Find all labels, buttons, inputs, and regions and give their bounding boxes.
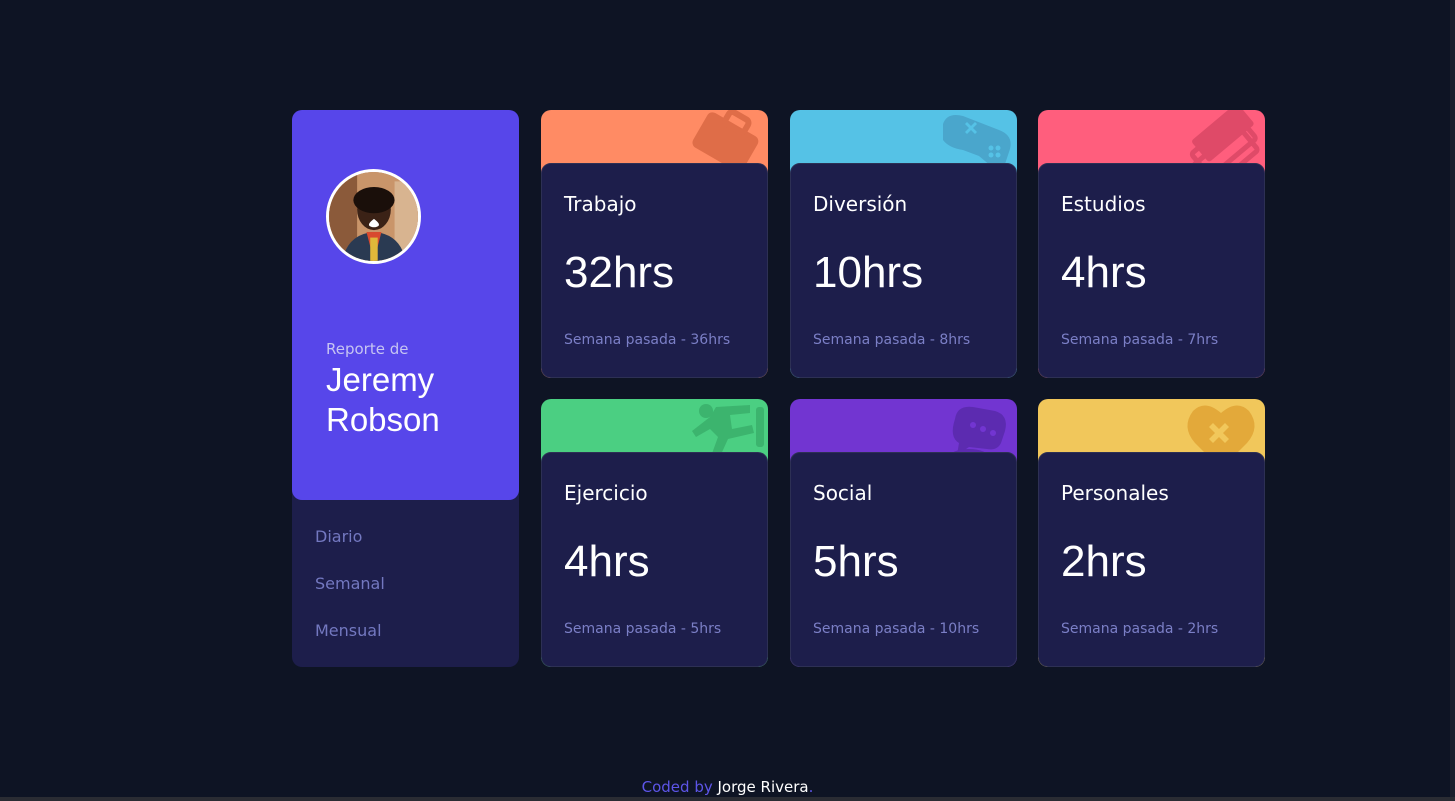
scrollbar[interactable] bbox=[1450, 0, 1455, 801]
activity-card-work: Trabajo 32hrs Semana pasada - 36hrs bbox=[541, 110, 768, 378]
activity-card-body[interactable]: Personales 2hrs Semana pasada - 2hrs bbox=[1038, 452, 1265, 667]
activity-title: Ejercicio bbox=[564, 481, 648, 505]
activity-previous: Semana pasada - 5hrs bbox=[564, 621, 722, 637]
profile-card: Reporte de Jeremy Robson bbox=[292, 110, 519, 500]
activity-card-body[interactable]: Social 5hrs Semana pasada - 10hrs bbox=[790, 452, 1017, 667]
user-name: Jeremy Robson bbox=[326, 361, 440, 438]
activity-title: Personales bbox=[1061, 481, 1169, 505]
activity-previous: Semana pasada - 36hrs bbox=[564, 332, 731, 348]
report-label: Reporte de bbox=[326, 340, 409, 358]
footer-suffix: . bbox=[808, 778, 814, 796]
activity-previous: Semana pasada - 2hrs bbox=[1061, 621, 1219, 637]
footer-prefix: Coded by bbox=[641, 778, 713, 796]
activity-card-body[interactable]: Trabajo 32hrs Semana pasada - 36hrs bbox=[541, 163, 768, 378]
activity-title: Estudios bbox=[1061, 192, 1146, 216]
activity-card-social: Social 5hrs Semana pasada - 10hrs bbox=[790, 399, 1017, 667]
activity-card-self-care: Personales 2hrs Semana pasada - 2hrs bbox=[1038, 399, 1265, 667]
activity-hours: 4hrs bbox=[1061, 248, 1147, 297]
activity-title: Diversión bbox=[813, 192, 908, 216]
footer-author-link[interactable]: Jorge Rivera bbox=[718, 778, 809, 796]
activity-previous: Semana pasada - 7hrs bbox=[1061, 332, 1219, 348]
user-avatar-photo bbox=[329, 172, 418, 261]
period-weekly-button[interactable]: Semanal bbox=[315, 574, 385, 593]
activity-hours: 4hrs bbox=[564, 537, 650, 586]
activity-card-body[interactable]: Ejercicio 4hrs Semana pasada - 5hrs bbox=[541, 452, 768, 667]
activity-hours: 32hrs bbox=[564, 248, 675, 297]
profile-panel: Reporte de Jeremy Robson Diario Semanal … bbox=[292, 110, 519, 667]
time-tracking-dashboard: Reporte de Jeremy Robson Diario Semanal … bbox=[292, 110, 1265, 667]
activity-hours: 2hrs bbox=[1061, 537, 1147, 586]
activity-card-body[interactable]: Estudios 4hrs Semana pasada - 7hrs bbox=[1038, 163, 1265, 378]
activity-hours: 5hrs bbox=[813, 537, 899, 586]
activity-card-body[interactable]: Diversión 10hrs Semana pasada - 8hrs bbox=[790, 163, 1017, 378]
activity-card-study: Estudios 4hrs Semana pasada - 7hrs bbox=[1038, 110, 1265, 378]
activity-previous: Semana pasada - 8hrs bbox=[813, 332, 971, 348]
period-daily-button[interactable]: Diario bbox=[315, 527, 362, 546]
activity-title: Trabajo bbox=[564, 192, 637, 216]
activity-card-exercise: Ejercicio 4hrs Semana pasada - 5hrs bbox=[541, 399, 768, 667]
activity-hours: 10hrs bbox=[813, 248, 924, 297]
period-monthly-button[interactable]: Mensual bbox=[315, 621, 382, 640]
activity-title: Social bbox=[813, 481, 873, 505]
activity-card-play: Diversión 10hrs Semana pasada - 8hrs bbox=[790, 110, 1017, 378]
activity-previous: Semana pasada - 10hrs bbox=[813, 621, 980, 637]
footer-attribution: Coded by Jorge Rivera. bbox=[0, 778, 1455, 796]
avatar bbox=[326, 169, 421, 264]
window-bottom-edge bbox=[0, 797, 1455, 801]
